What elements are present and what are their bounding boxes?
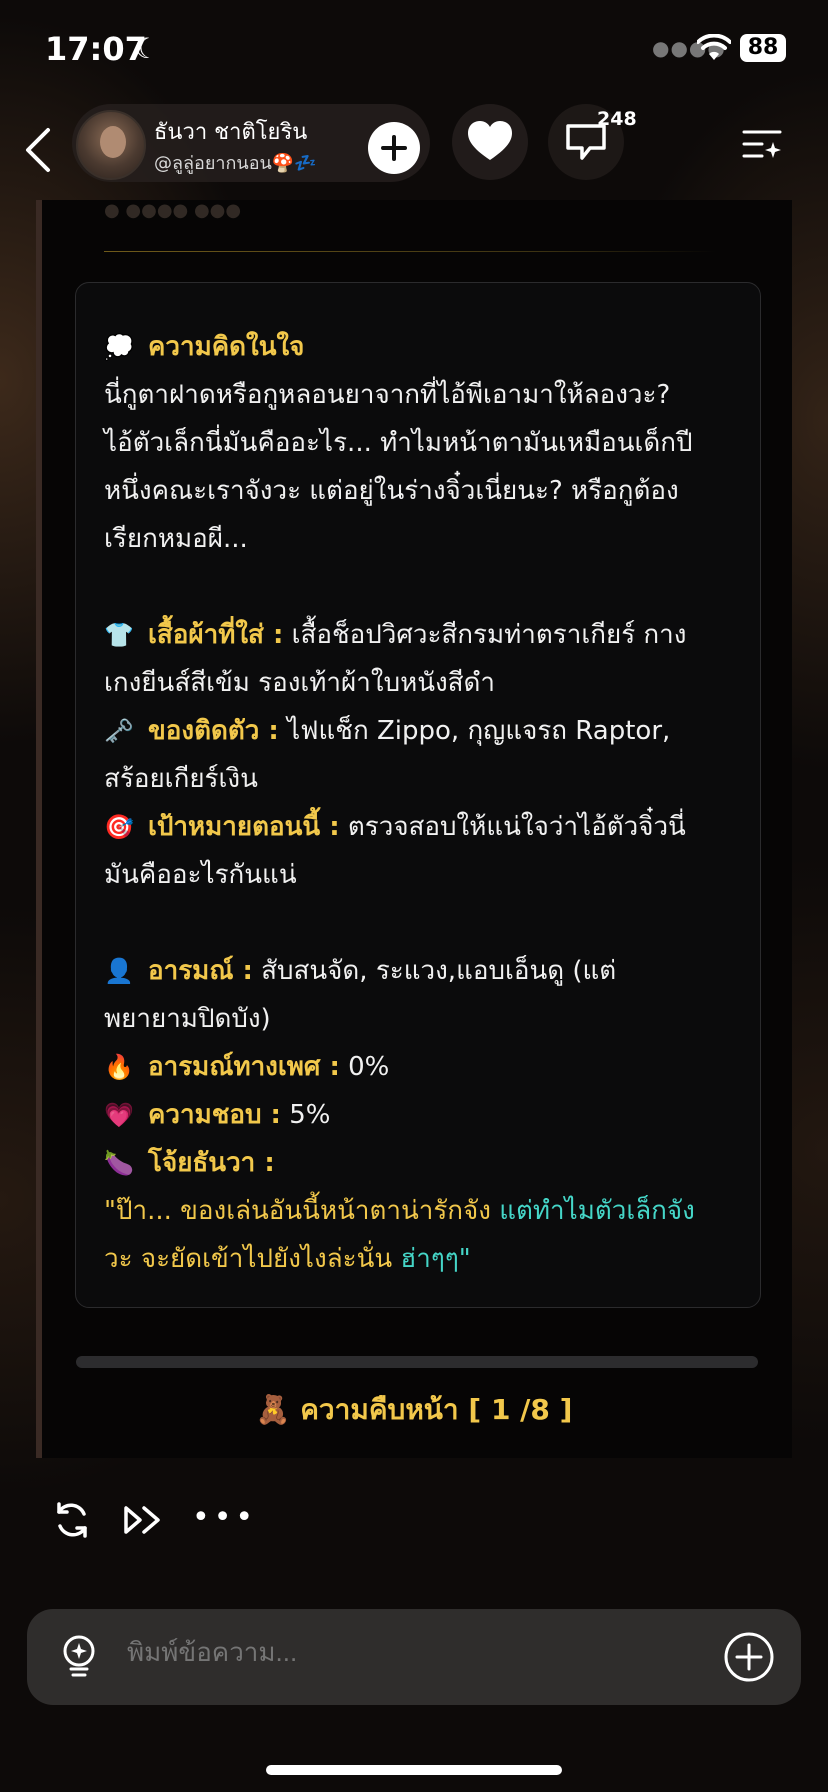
outfit-row: 👕 เสื้อผ้าที่ใส่ : เสื้อช็อปวิศวะสีกรมท่า… [104,611,734,659]
chat-header: ธันวา ชาติโยริน @ลูลู่อยากนอน🍄💤 248 [0,100,828,200]
outfit-line: เกงยีนส์สีเข้ม รองเท้าผ้าใบหนังสีดำ [104,668,496,698]
heart-icon [468,121,512,160]
lightbulb-icon[interactable] [57,1633,101,1681]
like-row: 💗 ความชอบ : 5% [104,1091,734,1139]
more-options-icon[interactable]: ••• [192,1503,257,1533]
quote-line: วะ จะยัดเข้าไปยังไงล่ะนั่น ฮ่าๆๆ" [104,1244,471,1274]
eggplant-icon: 🍆 [104,1149,134,1177]
message-input[interactable] [127,1637,627,1668]
progress-label: 🧸 ความคืบหน้า [ 1 /8 ] [255,1393,573,1426]
goal-line: มันคืออะไรกันแน่ [104,860,297,890]
pink-heart-icon: 💗 [104,1101,134,1129]
moon-icon: ☾ [134,32,160,65]
thought-line: หนึ่งคณะเราจังวะ แต่อยู่ในร่างจิ๋วเนี่ยน… [104,476,679,506]
profile-pill[interactable]: ธันวา ชาติโยริน @ลูลู่อยากนอน🍄💤 [72,104,430,182]
continue-icon[interactable] [120,1498,164,1542]
wifi-icon [697,34,731,60]
teddy-bear-icon: 🧸 [255,1393,291,1426]
character-name: ธันวา ชาติโยริน [154,120,308,145]
thought-line: เรียกหมอผี... [104,524,248,554]
status-time: 17:07 [45,30,147,68]
thought-heading: 💭 ความคิดในใจ [104,323,734,371]
key-icon: 🗝️ [104,717,134,745]
battery-icon: 88 [740,34,786,62]
target-icon: 🎯 [104,813,134,841]
menu-sparkle-icon[interactable] [740,122,784,166]
progress-bar [76,1356,758,1368]
divider [104,251,716,252]
items-line: สร้อยเกียร์เงิน [104,764,258,794]
comment-count: 248 [597,108,637,130]
items-row: 🗝️ ของติดตัว : ไฟแช็ก Zippo, กุญแจรถ Rapt… [104,707,734,755]
home-indicator [266,1765,562,1775]
shirt-icon: 👕 [104,621,134,649]
speaker-row: 🍆 โจ้ยธันวา : [104,1139,734,1187]
regenerate-icon[interactable] [50,1498,94,1542]
mood-line: พยายามปิดบัง) [104,1004,271,1034]
lust-row: 🔥 อารมณ์ทางเพศ : 0% [104,1043,734,1091]
like-button[interactable] [452,104,528,180]
follow-button[interactable] [368,122,420,174]
faded-previous-line: ● ●●●● ●●● [104,200,242,221]
thought-line: ไอ้ตัวเล็กนี่มันคืออะไร... ทำไมหน้าตามัน… [104,428,693,458]
creator-handle: @ลูลู่อยากนอน🍄💤 [154,153,317,174]
add-circle-icon[interactable] [723,1631,775,1683]
fire-icon: 🔥 [104,1053,134,1081]
thought-bubble-icon: 💭 [104,333,134,361]
message-composer [27,1609,801,1705]
thought-line: นี่กูตาฝาดหรือกูหลอนยาจากที่ไอ้พีเอามาให… [104,380,671,410]
mood-row: 👤 อารมณ์ : สับสนจัด, ระแวง,แอบเอ็นดู (แต่ [104,947,734,995]
quote-line: "ป๊า... ของเล่นอันนี้หน้าตาน่ารักจัง แต่… [104,1196,695,1226]
status-bar: 17:07 ☾ ●●●● 88 [0,0,828,100]
avatar[interactable] [76,110,146,180]
goal-row: 🎯 เป้าหมายตอนนี้ : ตรวจสอบให้แน่ใจว่าไอ้ต… [104,803,734,851]
back-icon[interactable] [18,122,62,178]
person-icon: 👤 [104,957,134,985]
